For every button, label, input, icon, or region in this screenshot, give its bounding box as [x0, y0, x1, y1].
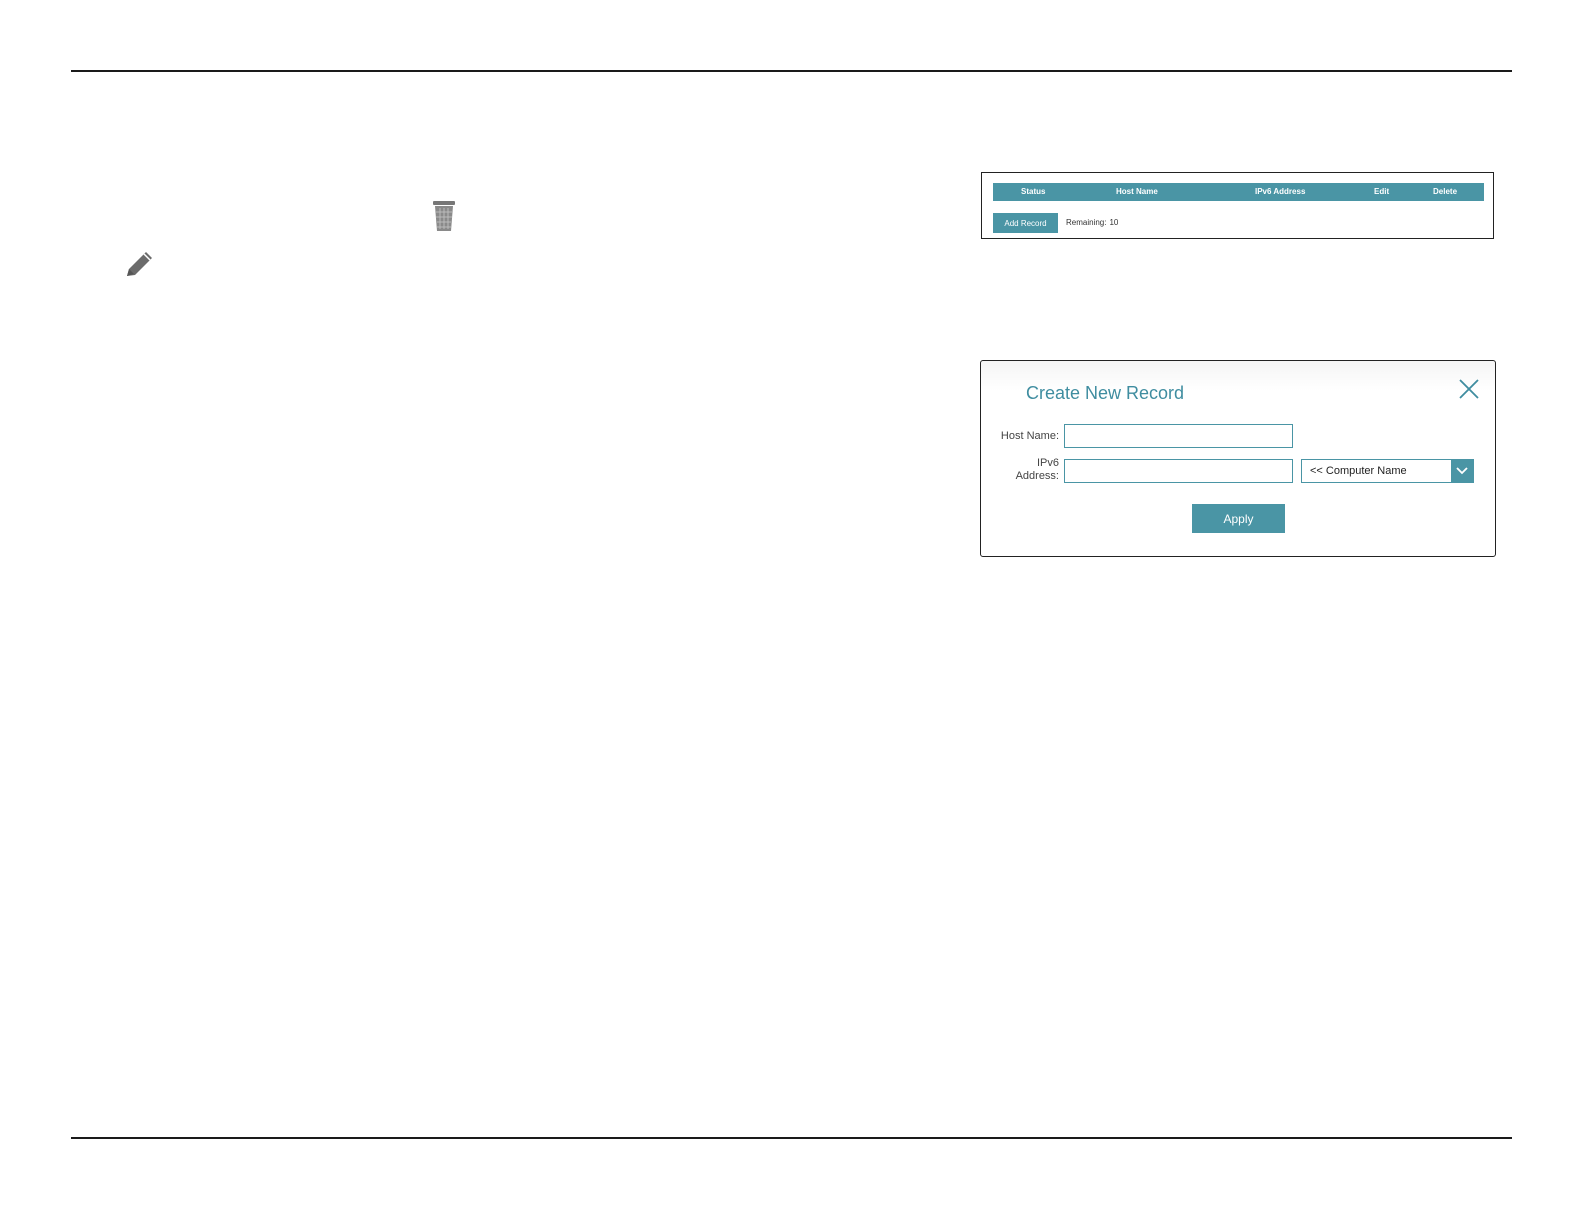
apply-button[interactable]: Apply [1192, 504, 1285, 533]
remaining-label: Remaining: [1066, 218, 1107, 227]
trash-icon [431, 200, 457, 232]
records-panel: Status Host Name IPv6 Address Edit Delet… [981, 172, 1494, 239]
computer-name-select-value: << Computer Name [1310, 465, 1407, 477]
ipv6-label-line2: Address: [1015, 470, 1059, 482]
remaining-count: Remaining: 10 [1066, 218, 1118, 227]
host-name-label: Host Name: [1000, 430, 1059, 442]
column-header-edit: Edit [1374, 187, 1390, 196]
ipv6-label-line1: IPv6 [1036, 457, 1059, 469]
create-record-dialog: Create New Record Host Name: IPv6 Addres… [980, 360, 1496, 557]
computer-name-select[interactable]: << Computer Name [1301, 459, 1474, 483]
records-table-header: Status Host Name IPv6 Address Edit Delet… [993, 183, 1484, 201]
column-header-ipv6-address: IPv6 Address [1255, 187, 1306, 196]
column-header-status: Status [1021, 187, 1046, 196]
top-divider [71, 70, 1512, 72]
host-name-field[interactable] [1064, 424, 1293, 448]
dialog-title: Create New Record [1026, 383, 1185, 403]
add-record-button[interactable]: Add Record [993, 213, 1058, 233]
column-header-delete: Delete [1433, 187, 1458, 196]
pencil-icon [124, 249, 156, 279]
bottom-divider [71, 1137, 1512, 1139]
ipv6-address-label: IPv6 Address: [981, 457, 1059, 483]
chevron-down-icon[interactable] [1451, 460, 1473, 482]
column-header-host-name: Host Name [1116, 187, 1158, 196]
ipv6-address-field[interactable] [1064, 459, 1293, 483]
close-icon[interactable] [1457, 377, 1481, 401]
remaining-value: 10 [1109, 218, 1119, 227]
